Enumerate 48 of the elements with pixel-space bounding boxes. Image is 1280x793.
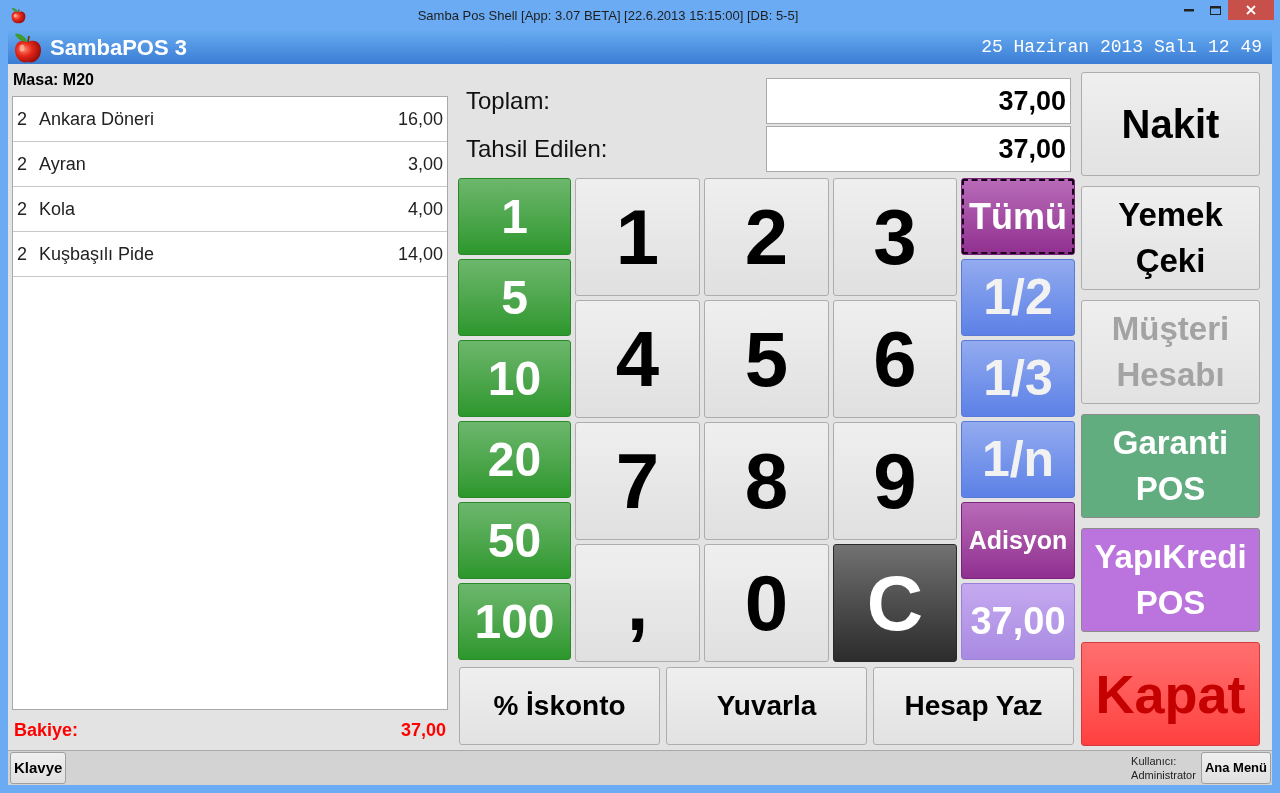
- table-label: Masa: M20: [13, 70, 94, 90]
- item-price: 3,00: [407, 152, 443, 176]
- amount-field[interactable]: 37,00: [766, 126, 1071, 172]
- item-name[interactable]: Kola: [39, 195, 76, 223]
- balance-label: Bakiye:: [14, 718, 79, 742]
- window-title: Samba Pos Shell [App: 3.07 BETA] [22.6.2013 15:15:00] [DB: 5-5]: [417, 6, 799, 25]
- numpad-key[interactable]: 1: [575, 178, 700, 296]
- item-name[interactable]: Ayran: [39, 150, 86, 178]
- action-button[interactable]: % İskonto: [459, 667, 660, 745]
- numpad-key[interactable]: 5: [704, 300, 829, 418]
- main-menu-button[interactable]: Ana Menü: [1200, 752, 1271, 784]
- item-quantity: 2: [17, 152, 28, 176]
- item-price: 14,00: [397, 242, 443, 266]
- close-icon[interactable]: [1228, 0, 1274, 20]
- balance-amount: 37,00: [400, 718, 446, 742]
- keyboard-button[interactable]: Klavye: [10, 752, 67, 784]
- numpad-key[interactable]: 0: [704, 544, 829, 662]
- split-button[interactable]: Tümü: [961, 178, 1075, 255]
- numpad-key[interactable]: ,: [575, 544, 700, 662]
- numpad-key[interactable]: 2: [704, 178, 829, 296]
- action-button[interactable]: Yuvarla: [666, 667, 867, 745]
- date-time: 25 Haziran 2013 Salı 12 49: [981, 36, 1263, 59]
- action-button[interactable]: Hesap Yaz: [873, 667, 1074, 745]
- user-label: Kullanıcı:: [1131, 754, 1178, 768]
- total-label: Toplam:: [465, 86, 552, 116]
- item-quantity: 2: [17, 107, 28, 131]
- numpad-key[interactable]: 9: [833, 422, 957, 540]
- payment-button[interactable]: Nakit: [1081, 72, 1260, 176]
- numpad-key[interactable]: 7: [575, 422, 700, 540]
- app-name: SambaPOS 3: [50, 34, 187, 62]
- item-price: 4,00: [407, 197, 443, 221]
- item-quantity: 2: [17, 197, 28, 221]
- total-label: Tahsil Edilen:: [465, 134, 609, 164]
- numpad-key[interactable]: C: [833, 544, 957, 662]
- numpad-key[interactable]: 6: [833, 300, 957, 418]
- item-name[interactable]: Ankara Döneri: [39, 105, 155, 133]
- numpad-key[interactable]: 8: [704, 422, 829, 540]
- amount-field: 37,00: [766, 78, 1071, 124]
- item-quantity: 2: [17, 242, 28, 266]
- numpad-key[interactable]: 4: [575, 300, 700, 418]
- item-price: 16,00: [397, 107, 443, 131]
- user-name: Administrator: [1131, 768, 1196, 782]
- split-button[interactable]: Adisyon: [961, 502, 1075, 579]
- apple-icon: [10, 7, 27, 24]
- numpad-key[interactable]: 3: [833, 178, 957, 296]
- apple-logo-icon: [12, 31, 44, 64]
- item-name[interactable]: Kuşbaşılı Pide: [39, 240, 155, 268]
- payment-button[interactable]: Yemek Çeki: [1081, 186, 1260, 290]
